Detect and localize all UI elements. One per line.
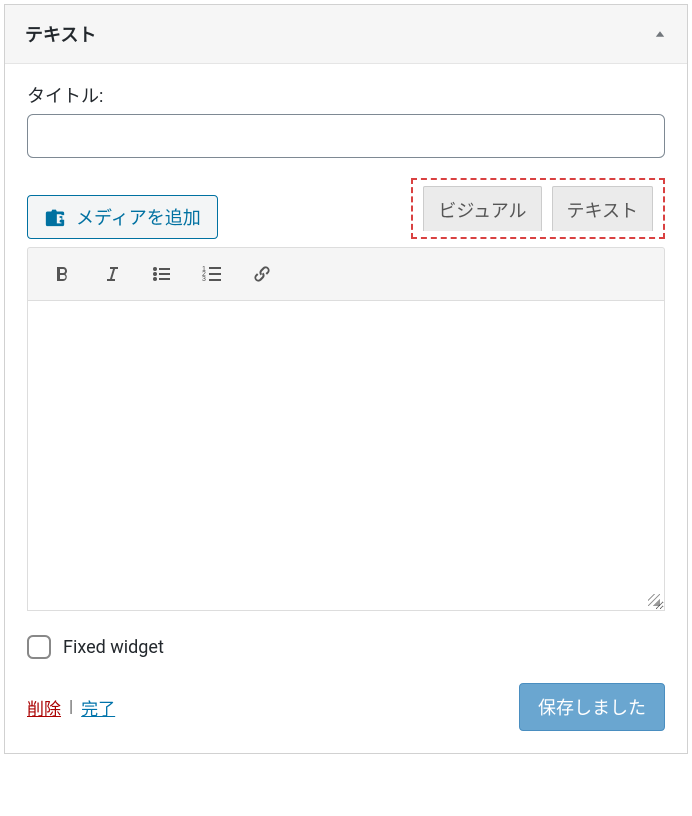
- widget-header[interactable]: テキスト: [5, 5, 687, 64]
- editor-tabs-highlight: ビジュアル テキスト: [411, 178, 665, 239]
- italic-icon: [100, 262, 124, 286]
- editor-toolbar: 123: [27, 247, 665, 301]
- svg-text:3: 3: [202, 276, 206, 283]
- editor-content-area[interactable]: [27, 301, 665, 611]
- title-input[interactable]: [27, 114, 665, 158]
- camera-music-icon: [44, 206, 66, 228]
- delete-link[interactable]: 削除: [27, 695, 61, 720]
- bullet-list-icon: [150, 262, 174, 286]
- saved-button[interactable]: 保存しました: [519, 683, 665, 731]
- bold-icon: [50, 262, 74, 286]
- fixed-widget-row: Fixed widget: [27, 635, 665, 659]
- widget-title: テキスト: [25, 21, 96, 47]
- add-media-button[interactable]: メディアを追加: [27, 195, 218, 239]
- widget-footer: 削除 | 完了 保存しました: [27, 683, 665, 731]
- numbered-list-button[interactable]: 123: [196, 258, 228, 290]
- media-and-tabs-row: メディアを追加 ビジュアル テキスト: [27, 178, 665, 239]
- tab-text[interactable]: テキスト: [552, 186, 653, 231]
- fixed-widget-checkbox[interactable]: [27, 635, 51, 659]
- tab-visual[interactable]: ビジュアル: [423, 186, 541, 231]
- italic-button[interactable]: [96, 258, 128, 290]
- triangle-up-icon[interactable]: [653, 27, 667, 41]
- add-media-label: メディアを追加: [76, 204, 201, 230]
- title-label: タイトル:: [27, 82, 665, 108]
- link-icon: [250, 262, 274, 286]
- widget-body: タイトル: メディアを追加 ビジュアル テキスト: [5, 64, 687, 753]
- bullet-list-button[interactable]: [146, 258, 178, 290]
- numbered-list-icon: 123: [200, 262, 224, 286]
- done-link[interactable]: 完了: [81, 695, 115, 720]
- bold-button[interactable]: [46, 258, 78, 290]
- text-widget: テキスト タイトル: メディアを追加 ビジュアル テキスト: [4, 4, 688, 754]
- link-button[interactable]: [246, 258, 278, 290]
- fixed-widget-label: Fixed widget: [63, 637, 164, 658]
- footer-left: 削除 | 完了: [27, 695, 115, 720]
- footer-separator: |: [69, 697, 73, 717]
